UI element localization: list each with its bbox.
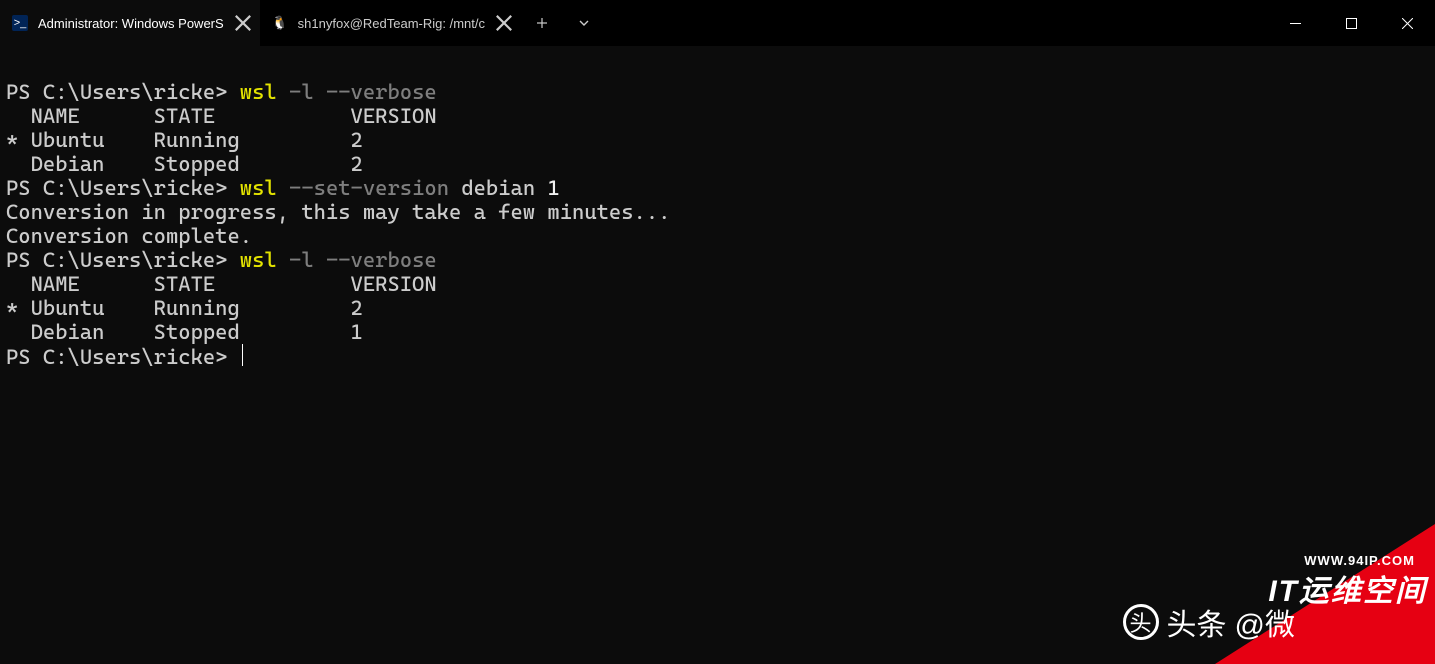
prompt: PS C:\Users\ricke>: [6, 345, 227, 369]
watermark-byline: 头 头条 @微: [1123, 600, 1295, 644]
output-header: NAME STATE VERSION: [6, 272, 437, 296]
watermark-byline-at: @微: [1235, 600, 1295, 644]
output-line: Conversion in progress, this may take a …: [6, 200, 670, 224]
text-cursor: [242, 344, 243, 366]
cmd-flag: --set-version: [289, 176, 449, 200]
maximize-button[interactable]: [1323, 0, 1379, 46]
output-row: * Ubuntu Running 2: [6, 128, 363, 152]
cmd-args: -l --verbose: [289, 248, 437, 272]
window-controls: [1267, 0, 1435, 46]
tab-dropdown-button[interactable]: [563, 0, 605, 46]
toutiao-icon: 头: [1123, 604, 1159, 640]
cmd-arg: 1: [547, 176, 559, 200]
prompt: PS C:\Users\ricke>: [6, 248, 227, 272]
powershell-icon: >_: [12, 15, 28, 31]
terminal-output[interactable]: PS C:\Users\ricke> wsl -l --verbose NAME…: [0, 46, 1435, 379]
output-line: Conversion complete.: [6, 224, 252, 248]
cmd-arg: debian: [461, 176, 535, 200]
tux-icon: 🐧: [272, 15, 288, 31]
cmd-args: -l --verbose: [289, 80, 437, 104]
watermark-byline-prefix: 头条: [1167, 600, 1227, 644]
close-icon[interactable]: [234, 14, 252, 32]
cmd-exe: wsl: [240, 80, 277, 104]
close-icon[interactable]: [495, 14, 513, 32]
tab-actions: [521, 0, 605, 46]
minimize-button[interactable]: [1267, 0, 1323, 46]
prompt: PS C:\Users\ricke>: [6, 176, 227, 200]
tab-strip: >_ Administrator: Windows PowerS 🐧 sh1ny…: [0, 0, 521, 46]
output-row: Debian Stopped 1: [6, 320, 363, 344]
tab-wsl[interactable]: 🐧 sh1nyfox@RedTeam-Rig: /mnt/c: [260, 0, 521, 46]
tab-title: Administrator: Windows PowerS: [38, 16, 224, 31]
tab-powershell[interactable]: >_ Administrator: Windows PowerS: [0, 0, 260, 46]
close-window-button[interactable]: [1379, 0, 1435, 46]
cmd-exe: wsl: [240, 176, 277, 200]
window-titlebar: >_ Administrator: Windows PowerS 🐧 sh1ny…: [0, 0, 1435, 46]
new-tab-button[interactable]: [521, 0, 563, 46]
titlebar-drag-region[interactable]: [605, 0, 1267, 46]
prompt: PS C:\Users\ricke>: [6, 80, 227, 104]
tab-title: sh1nyfox@RedTeam-Rig: /mnt/c: [298, 16, 485, 31]
cmd-exe: wsl: [240, 248, 277, 272]
output-row: Debian Stopped 2: [6, 152, 363, 176]
output-row: * Ubuntu Running 2: [6, 296, 363, 320]
output-header: NAME STATE VERSION: [6, 104, 437, 128]
